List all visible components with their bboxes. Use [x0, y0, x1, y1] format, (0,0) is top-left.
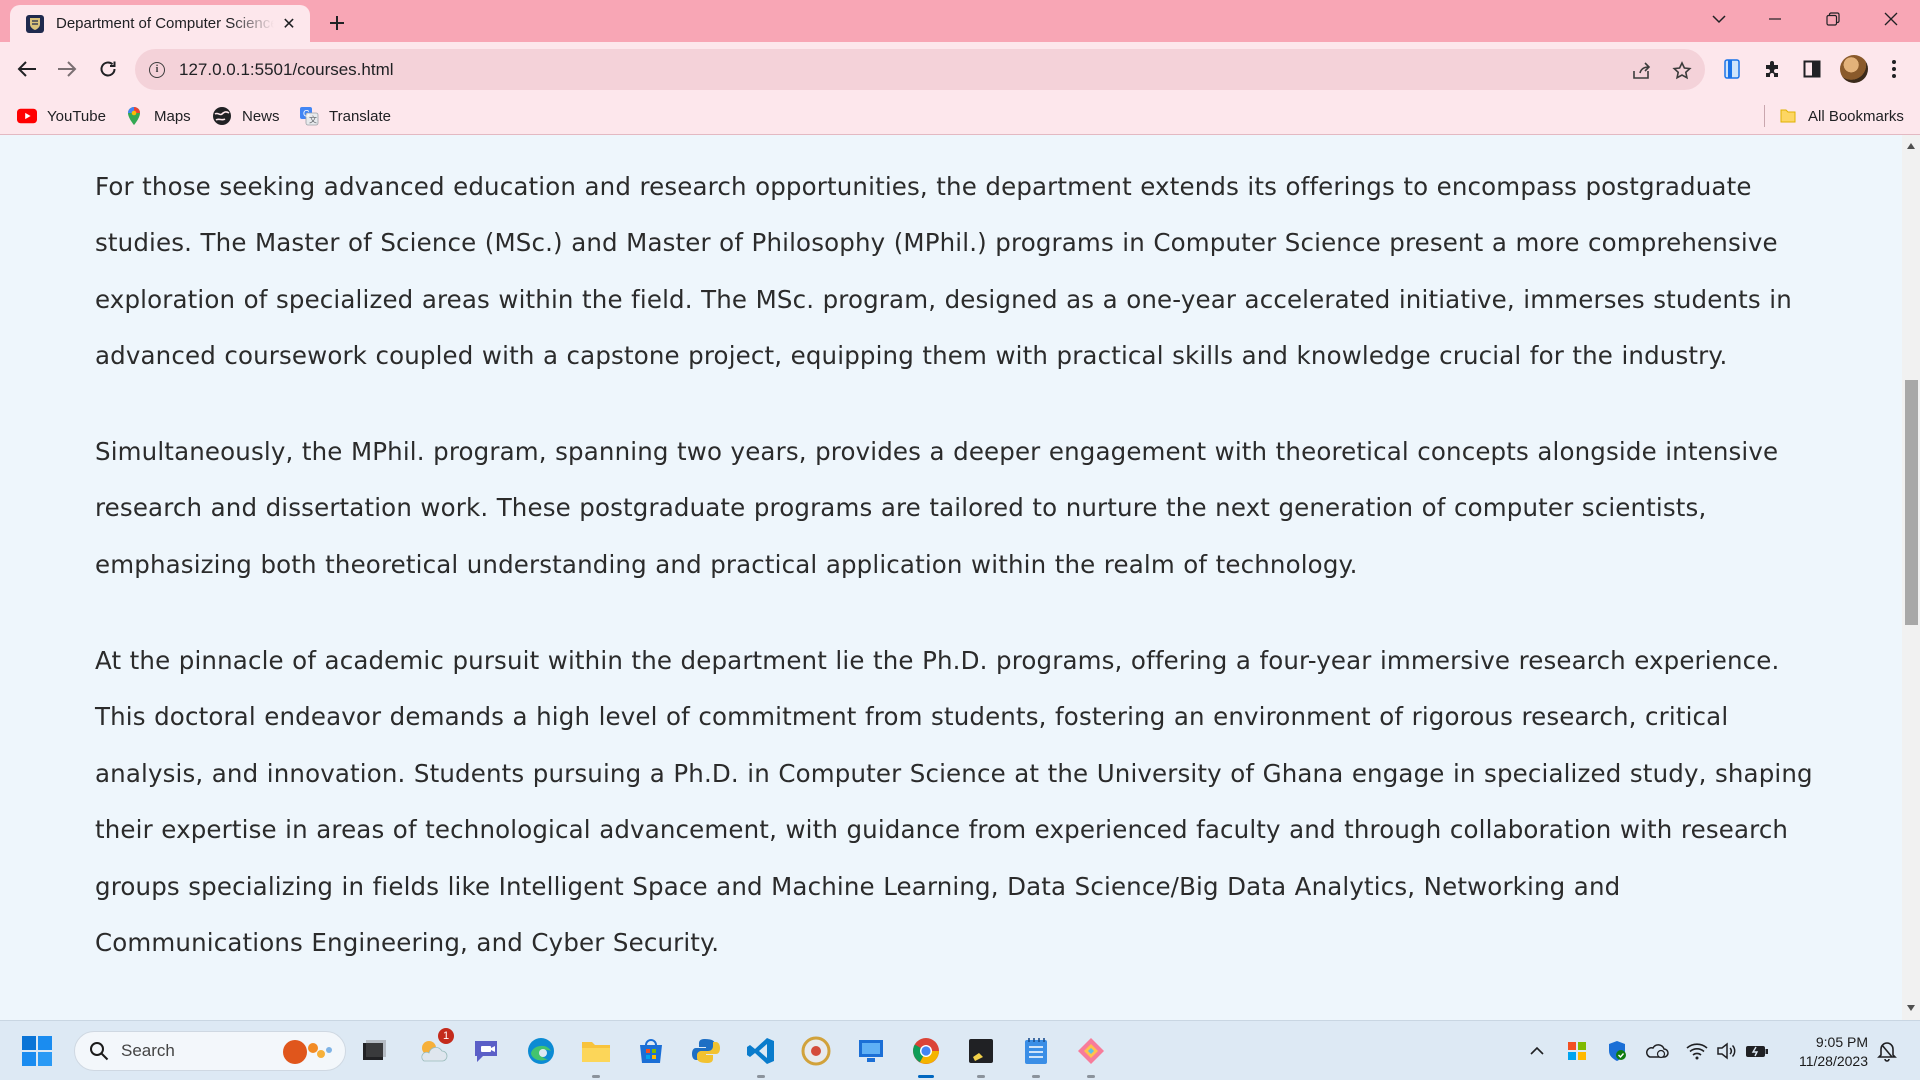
reload-button[interactable] [93, 54, 123, 84]
clock-time: 9:05 PM [1815, 1034, 1868, 1050]
reload-icon [100, 61, 116, 77]
reading-mode-icon[interactable] [1718, 55, 1746, 83]
taskbar-search-box[interactable]: Search [74, 1031, 346, 1071]
active-app-indicator [918, 1075, 934, 1078]
vscode-icon[interactable] [744, 1034, 778, 1078]
scroll-up-arrow-icon[interactable] [1907, 143, 1915, 149]
bookmark-label: Maps [154, 107, 191, 125]
notification-badge: 1 [438, 1028, 454, 1044]
wifi-icon[interactable] [1684, 1039, 1710, 1063]
chromium-app-icon[interactable] [799, 1034, 833, 1068]
minimize-icon [1769, 18, 1781, 20]
tab-close-icon[interactable]: ✕ [280, 14, 298, 33]
close-window-button[interactable] [1868, 0, 1914, 38]
windows-start-icon[interactable] [22, 1036, 52, 1066]
chrome-icon[interactable] [909, 1034, 943, 1078]
security-shield-icon[interactable] [1604, 1039, 1630, 1063]
back-button[interactable] [12, 54, 42, 84]
browser-toolbar: i 127.0.0.1:5501/courses.html [0, 42, 1920, 97]
address-bar[interactable]: i 127.0.0.1:5501/courses.html [135, 49, 1705, 90]
tab-search-button[interactable] [1696, 0, 1742, 38]
notepad-icon[interactable] [1019, 1034, 1053, 1078]
bookmark-label: YouTube [47, 107, 106, 125]
site-info-icon[interactable]: i [149, 61, 165, 78]
scrollbar-thumb[interactable] [1905, 380, 1918, 625]
new-tab-button[interactable] [322, 8, 352, 38]
all-bookmarks-button[interactable]: All Bookmarks [1778, 104, 1904, 128]
forward-button[interactable] [52, 54, 82, 84]
search-placeholder: Search [121, 1041, 175, 1060]
bookmark-translate[interactable]: G文 Translate [299, 104, 391, 128]
battery-charging-icon[interactable] [1744, 1039, 1770, 1063]
page-scrollbar[interactable] [1902, 135, 1920, 1020]
system-clock[interactable]: 9:05 PM 11/28/2023 [1778, 1033, 1868, 1071]
news-icon [212, 106, 232, 126]
maps-icon [124, 106, 144, 126]
tab-title: Department of Computer Science [56, 15, 274, 32]
bookmark-label: News [242, 107, 280, 125]
office-tray-icon[interactable] [1564, 1039, 1590, 1063]
kebab-menu-icon[interactable] [1880, 55, 1908, 83]
weather-widget-icon[interactable]: 1 [416, 1028, 454, 1068]
windows-taskbar: Search 1 9:05 PM 11/28/2023 [0, 1020, 1920, 1080]
clock-date: 11/28/2023 [1798, 1053, 1868, 1069]
all-bookmarks-label: All Bookmarks [1808, 107, 1904, 125]
paragraph-phd: At the pinnacle of academic pursuit with… [95, 646, 1813, 958]
edge-browser-icon[interactable] [524, 1034, 558, 1068]
address-url[interactable]: 127.0.0.1:5501/courses.html [179, 60, 394, 80]
folder-icon [1778, 106, 1798, 126]
bookmark-youtube[interactable]: YouTube [17, 104, 106, 128]
back-arrow-icon [17, 61, 36, 77]
microsoft-store-icon[interactable] [634, 1034, 668, 1068]
restore-button[interactable] [1810, 0, 1856, 38]
task-view-icon[interactable] [356, 1034, 390, 1068]
restore-icon [1826, 12, 1840, 26]
show-hidden-icons-chevron-icon[interactable] [1524, 1039, 1550, 1063]
paragraph-mphil: Simultaneously, the MPhil. program, span… [95, 437, 1779, 579]
chevron-down-icon [1712, 15, 1726, 24]
bookmark-label: Translate [329, 107, 391, 125]
search-highlight-icon [283, 1040, 332, 1064]
bookmark-news[interactable]: News [212, 104, 280, 128]
volume-icon[interactable] [1714, 1039, 1740, 1063]
youtube-icon [17, 106, 37, 126]
translate-icon: G文 [299, 106, 319, 126]
teams-chat-icon[interactable] [469, 1034, 503, 1068]
running-indicator [757, 1075, 765, 1078]
running-indicator [1087, 1075, 1095, 1078]
close-icon [1884, 12, 1898, 26]
minimize-button[interactable] [1752, 0, 1798, 38]
paragraph-postgraduate-intro: For those seeking advanced education and… [95, 172, 1792, 371]
extensions-puzzle-icon[interactable] [1758, 55, 1786, 83]
search-icon [90, 1042, 109, 1061]
university-crest-icon [26, 14, 44, 33]
scroll-down-arrow-icon[interactable] [1907, 1005, 1915, 1011]
remote-desktop-icon[interactable] [854, 1034, 888, 1068]
running-indicator [592, 1075, 600, 1078]
plus-icon [330, 16, 344, 30]
onedrive-sync-icon[interactable] [1644, 1039, 1670, 1063]
notifications-bell-icon[interactable] [1874, 1039, 1900, 1063]
svg-text:文: 文 [309, 115, 317, 125]
running-indicator [977, 1075, 985, 1078]
bookmark-star-icon[interactable] [1671, 60, 1693, 82]
snipping-tool-icon[interactable] [1074, 1034, 1108, 1078]
profile-avatar[interactable] [1840, 55, 1868, 83]
running-indicator [1032, 1075, 1040, 1078]
browser-title-bar: Department of Computer Science ✕ [0, 0, 1920, 42]
bookmarks-bar: YouTube Maps News G文 Translate All Bookm… [0, 97, 1920, 135]
share-icon[interactable] [1631, 60, 1653, 82]
file-explorer-icon[interactable] [579, 1034, 613, 1078]
python-app-icon[interactable] [689, 1034, 723, 1068]
page-viewport: For those seeking advanced education and… [0, 135, 1902, 1020]
bookmarks-separator [1764, 105, 1765, 127]
side-panel-icon[interactable] [1798, 55, 1826, 83]
bookmark-maps[interactable]: Maps [124, 104, 191, 128]
forward-arrow-icon [58, 61, 77, 77]
sticky-notes-icon[interactable] [964, 1034, 998, 1078]
browser-tab-active[interactable]: Department of Computer Science ✕ [10, 5, 310, 42]
